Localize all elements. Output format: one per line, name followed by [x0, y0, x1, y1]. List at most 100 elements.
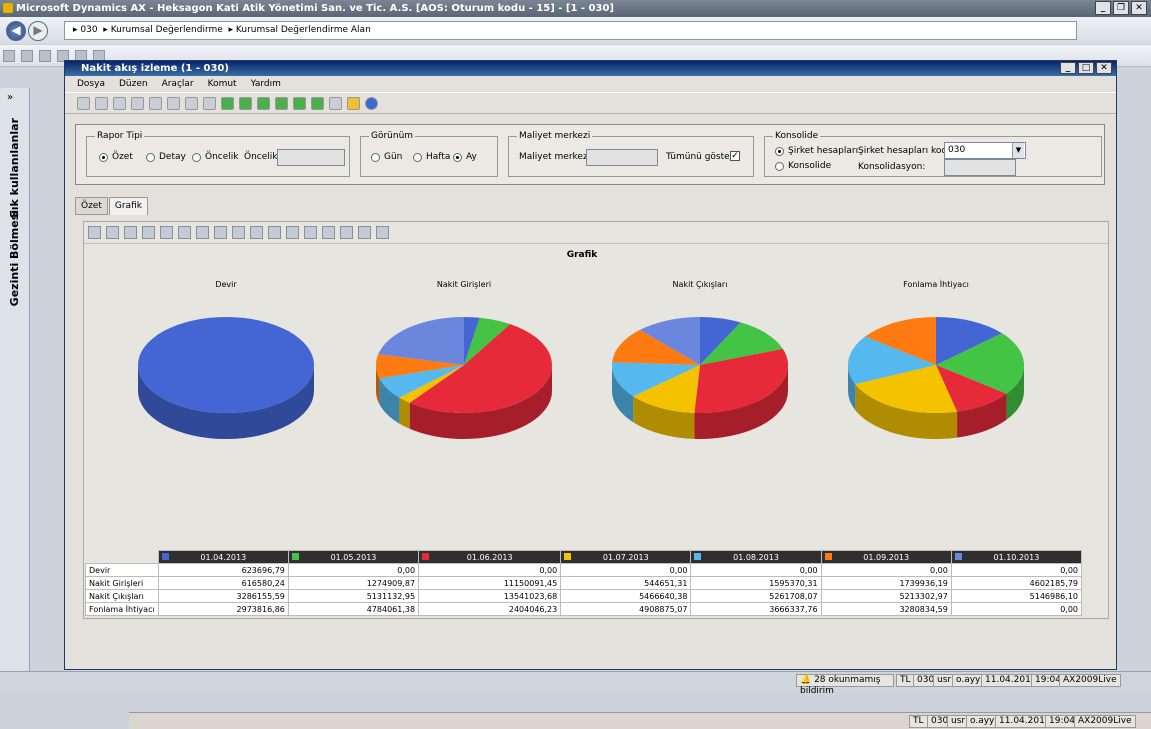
cashflow-window: Nakit akış izleme (1 - 030) _ □ ✕ Dosya … [64, 60, 1151, 729]
table-cell: 0,00 [287, 563, 420, 577]
oncelik-dropdown[interactable] [277, 149, 345, 166]
maliyet-label: Maliyet merkezi: [519, 152, 594, 162]
pen-icon[interactable] [178, 226, 191, 239]
attach-icon[interactable] [329, 96, 342, 110]
prev-page-icon[interactable] [239, 96, 252, 110]
minimize-button[interactable]: _ [1095, 1, 1111, 15]
status-currency: TL [909, 715, 928, 728]
next-record-icon[interactable] [275, 96, 288, 110]
labels-icon[interactable] [304, 226, 317, 239]
preview-icon[interactable] [149, 96, 162, 110]
maliyet-group: Maliyet merkezi Maliyet merkezi: Tümünü … [508, 131, 754, 177]
radio-sirket[interactable] [775, 147, 784, 156]
new-record-icon[interactable] [77, 96, 90, 110]
palette-icon[interactable] [142, 226, 155, 239]
breadcrumb-module[interactable]: Kurumsal Değerlendirme [111, 25, 223, 35]
app-title-bar: Microsoft Dynamics AX - Heksagon Kati At… [0, 0, 1151, 17]
app-status-bar: 🔔 28 okunmamış bildirim TL 030 usr o.ayy… [0, 671, 1151, 696]
filter-icon[interactable] [167, 96, 180, 110]
datagrid-icon[interactable] [322, 226, 335, 239]
filter-select-icon[interactable] [185, 96, 198, 110]
radio-gun[interactable] [371, 153, 380, 162]
radio-hafta[interactable] [413, 153, 422, 162]
new-icon[interactable] [3, 50, 15, 62]
menu-araclar[interactable]: Araçlar [162, 76, 194, 92]
radio-konsolide[interactable] [775, 162, 784, 171]
menu-komut[interactable]: Komut [208, 76, 237, 92]
app-status-user-alias: o.ayy [952, 674, 985, 687]
menu-dosya[interactable]: Dosya [77, 76, 105, 92]
rotate-icon[interactable] [214, 226, 227, 239]
konsolide-group: Konsolide Şirket hesapları Konsolide Şir… [764, 131, 1102, 177]
select-icon[interactable] [160, 226, 173, 239]
radio-ay[interactable] [453, 153, 462, 162]
legend-swatch [161, 553, 169, 560]
notifications[interactable]: 🔔 28 okunmamış bildirim [796, 674, 894, 696]
table-row: Devir 623696,79 0,00 0,00 0,00 0,00 0,00 0,00 [85, 563, 1083, 577]
first-record-icon[interactable] [221, 96, 234, 110]
table-cell: 5131132,95 [287, 589, 420, 603]
collapse-nav-icon[interactable]: » [7, 92, 13, 103]
table-cell: 13541023,68 [418, 589, 562, 603]
restore-button[interactable]: ❐ [1113, 1, 1129, 15]
window-maximize-button[interactable]: □ [1078, 62, 1094, 74]
breadcrumb-company[interactable]: 030 [80, 25, 97, 35]
favorites-label[interactable]: Sık kullanılanlar [8, 118, 21, 218]
tab-ozet[interactable]: Özet [75, 197, 108, 215]
prev-record-icon[interactable] [257, 96, 270, 110]
next-page-icon[interactable] [293, 96, 306, 110]
chevron-down-icon[interactable]: ▼ [1012, 143, 1024, 158]
window-minimize-button[interactable]: _ [1060, 62, 1076, 74]
back-icon[interactable]: ◀ [6, 21, 26, 41]
legend-icon[interactable] [340, 226, 353, 239]
radio-detay[interactable] [146, 153, 155, 162]
menu-yardim[interactable]: Yardım [251, 76, 281, 92]
breadcrumb[interactable]: ▸ 030 ▸ Kurumsal Değerlendirme ▸ Kurumsa… [64, 21, 1077, 40]
radio-ozet[interactable] [99, 153, 108, 162]
konsolidasyon-input[interactable] [944, 159, 1016, 176]
open-icon[interactable] [21, 50, 33, 62]
chart-wizard-icon[interactable] [88, 226, 101, 239]
close-button[interactable]: ✕ [1131, 1, 1147, 15]
series-icon[interactable] [286, 226, 299, 239]
rotate-v-icon[interactable] [250, 226, 263, 239]
breadcrumb-area[interactable]: Kurumsal Değerlendirme Alan [236, 25, 371, 35]
maliyet-input[interactable] [586, 149, 658, 166]
show-all-checkbox[interactable]: ✓ [730, 151, 740, 161]
menu-duzen[interactable]: Düzen [119, 76, 148, 92]
label-hafta: Hafta [426, 152, 451, 162]
forward-icon[interactable]: ▶ [28, 21, 48, 41]
alert-icon[interactable] [347, 96, 360, 110]
nav-pane-label[interactable]: Gezinti Bölmesi [8, 210, 21, 306]
delete-icon[interactable] [113, 96, 126, 110]
print-icon[interactable] [131, 96, 144, 110]
app-title: Microsoft Dynamics AX - Heksagon Kati At… [16, 3, 614, 14]
table-cell: 3286155,59 [157, 589, 289, 603]
filter-panel: Rapor Tipi Özet Detay Öncelik Öncelik: G… [75, 124, 1105, 185]
grid-column-header: 01.07.2013 [560, 550, 692, 564]
window-title-bar: Nakit akış izleme (1 - 030) _ □ ✕ [65, 61, 1116, 76]
print-icon[interactable] [124, 226, 137, 239]
copy-icon[interactable] [106, 226, 119, 239]
grid-column-header: 01.10.2013 [950, 550, 1083, 564]
table-cell: 544651,31 [560, 576, 692, 590]
last-record-icon[interactable] [311, 96, 324, 110]
3d-icon[interactable] [196, 226, 209, 239]
save-icon[interactable] [39, 50, 51, 62]
tools-icon[interactable] [376, 226, 389, 239]
radio-oncelik[interactable] [192, 153, 201, 162]
zoom-icon[interactable] [358, 226, 371, 239]
rotate-h-icon[interactable] [232, 226, 245, 239]
clear-filter-icon[interactable] [203, 96, 216, 110]
chart-title: Grafik [567, 250, 599, 260]
help-icon[interactable] [365, 96, 378, 110]
perspective-icon[interactable] [268, 226, 281, 239]
tab-strip: Özet Grafik [75, 197, 149, 215]
tab-grafik[interactable]: Grafik [108, 197, 148, 215]
konsolidasyon-label: Konsolidasyon: [858, 162, 926, 172]
gorunum-legend: Görünüm [371, 131, 414, 141]
window-close-button[interactable]: ✕ [1096, 62, 1112, 74]
save-record-icon[interactable] [95, 96, 108, 110]
legend-swatch [422, 553, 430, 560]
table-cell: 0,00 [560, 563, 692, 577]
